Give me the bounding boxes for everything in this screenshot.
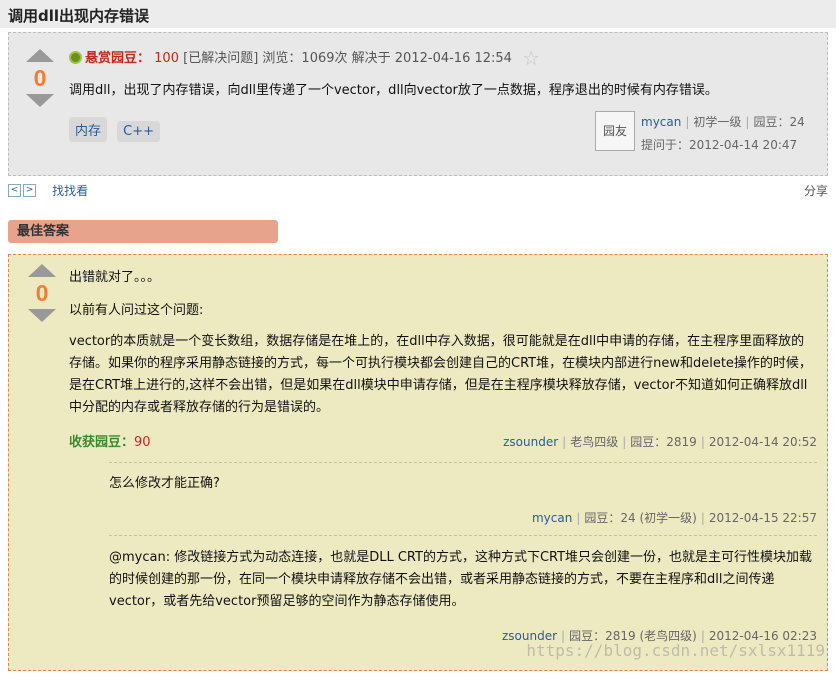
next-button[interactable]: > [23, 184, 36, 197]
asker-name-link[interactable]: mycan [641, 115, 681, 129]
answer-paragraph-2: 以前有人问过这个问题: [69, 303, 204, 318]
nav-row: < > 找找看 分享 [8, 182, 828, 198]
best-answer-panel: 0 出错就对了。。。 以前有人问过这个问题: vector的本质就是一个变长数组… [8, 254, 828, 671]
bean-icon [69, 51, 82, 64]
answer-vote-count: 0 [35, 280, 49, 306]
solved-time: 解决于 2012-04-16 12:54 [351, 51, 512, 66]
comment-divider [109, 535, 817, 536]
harvest-beans: 收获园豆：90 [69, 431, 151, 450]
asker-beans: 园豆：24 [753, 115, 805, 129]
harvest-value: 90 [134, 435, 151, 450]
title-bar: 调用dll出现内存错误 [0, 0, 836, 28]
answer-meta: zsounder | 老鸟四级 | 园豆：2819 | 2012-04-14 20:52 [503, 435, 817, 449]
comment-meta: mycan | 园豆：24 (初学一级) | 2012-04-15 22:57 [531, 511, 817, 525]
question-vote-count: 0 [33, 65, 47, 91]
asked-time: 提问于：2012-04-14 20:47 [641, 138, 798, 152]
status-label: [已解决问题] [183, 51, 259, 66]
question-panel: 0 悬赏园豆： 100 [已解决问题] 浏览：1069次 解决于 2012-04… [8, 32, 828, 176]
tag-cpp[interactable]: C++ [117, 121, 161, 142]
page-title: 调用dll出现内存错误 [8, 7, 150, 25]
downvote-icon[interactable] [26, 94, 54, 107]
prev-button[interactable]: < [8, 184, 21, 197]
avatar[interactable]: 园友 [595, 111, 635, 151]
share-link[interactable]: 分享 [804, 182, 828, 199]
tag-memory[interactable]: 内存 [69, 117, 108, 142]
reward-label: 悬赏园豆： [85, 51, 151, 66]
downvote-icon[interactable] [28, 309, 56, 322]
answer-time: 2012-04-14 20:52 [708, 435, 817, 449]
harvest-label: 收获园豆： [69, 435, 135, 450]
answer-author-beans: 园豆：2819 [630, 435, 697, 449]
answer-paragraph-3: vector的本质就是一个变长数组，数据存储是在堆上的，在dll中存入数据，很可… [69, 334, 812, 415]
watermark: https://blog.csdn.net/sxlsx1119 [526, 641, 825, 660]
comment-text: @mycan: 修改链接方式为动态连接，也就是DLL CRT的方式，这种方式下C… [109, 550, 813, 609]
question-meta: 悬赏园豆： 100 [已解决问题] 浏览：1069次 解决于 2012-04-1… [69, 46, 540, 70]
answer-vote: 0 [25, 264, 59, 322]
comment-divider [109, 462, 817, 463]
search-link[interactable]: 找找看 [52, 184, 88, 198]
tag-list: 内存 C++ [69, 117, 166, 142]
upvote-icon[interactable] [28, 264, 56, 277]
answer-paragraph-1: 出错就对了。。。 [69, 270, 161, 285]
comment-time: 2012-04-15 22:57 [708, 511, 817, 525]
answer-author-level: 老鸟四级 [570, 435, 619, 449]
comment-author-info: 园豆：24 (初学一级) [584, 511, 697, 525]
best-answer-tab: 最佳答案 [8, 220, 278, 243]
asker-card: 园友 mycan | 初学一级 | 园豆：24 提问于：2012-04-14 20:47 [595, 111, 817, 153]
comment-author-link[interactable]: mycan [532, 511, 572, 525]
question-content: 调用dll，出现了内存错误，向dll里传递了一个vector，dll向vecto… [69, 83, 718, 98]
question-vote: 0 [23, 49, 57, 107]
asker-level: 初学一级 [693, 115, 742, 129]
answer-author-link[interactable]: zsounder [503, 435, 558, 449]
view-count: 浏览：1069次 [262, 51, 348, 66]
reward-value: 100 [154, 51, 179, 66]
star-icon[interactable]: ☆ [522, 46, 540, 70]
upvote-icon[interactable] [26, 49, 54, 62]
comment-text: 怎么修改才能正确? [109, 476, 220, 491]
